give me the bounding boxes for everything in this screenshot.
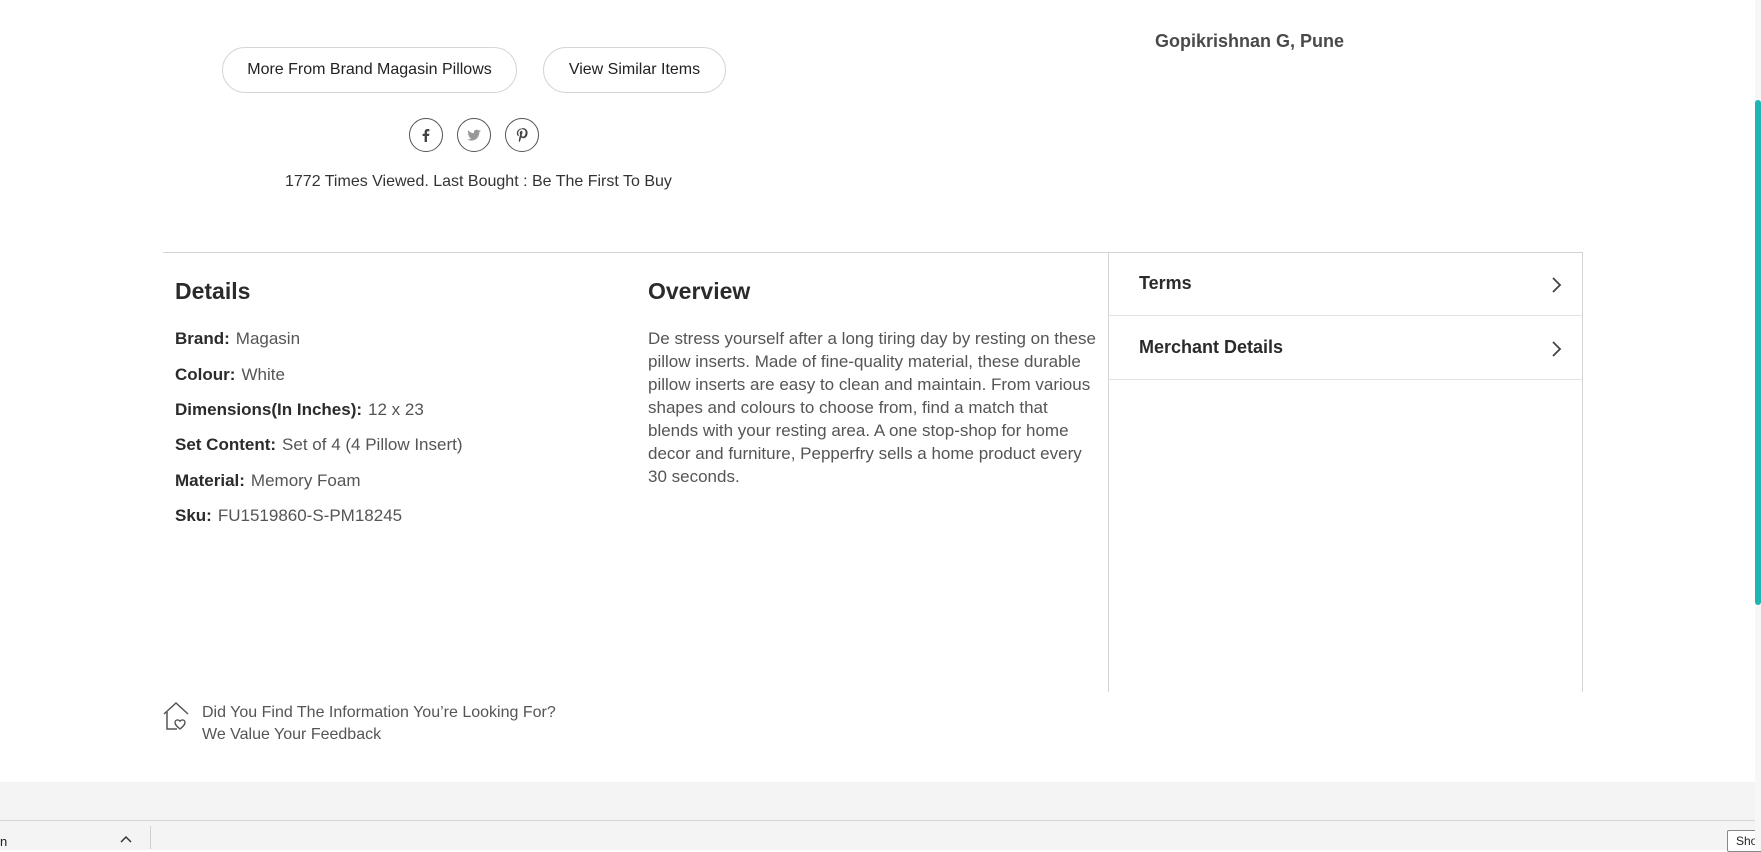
twitter-icon: [467, 129, 481, 141]
spec-value: White: [241, 365, 285, 384]
overview-title: Overview: [648, 278, 751, 304]
views-count-text: 1772 Times Viewed. Last Bought : Be The …: [285, 173, 672, 190]
spec-row-material: Material: Memory Foam: [175, 471, 361, 491]
spec-key: Colour:: [175, 365, 236, 384]
spec-key: Set Content:: [175, 435, 277, 454]
merchant-details-accordion[interactable]: Merchant Details: [1109, 317, 1582, 380]
chevron-right-icon: [1552, 341, 1562, 357]
spec-row-colour: Colour: White: [175, 365, 285, 385]
merchant-details-label: Merchant Details: [1139, 337, 1284, 357]
facebook-icon: [422, 129, 430, 142]
spec-value: 12 x 23: [368, 400, 424, 419]
divider: [1582, 253, 1583, 692]
divider: [150, 826, 151, 849]
feedback-subtext[interactable]: We Value Your Feedback: [202, 726, 381, 744]
spec-value: Set of 4 (4 Pillow Insert): [282, 435, 463, 454]
spec-value: FU1519860-S-PM18245: [217, 506, 403, 525]
view-similar-items-button[interactable]: View Similar Items: [543, 47, 726, 93]
chevron-up-icon[interactable]: [120, 834, 132, 844]
terms-accordion[interactable]: Terms: [1109, 253, 1582, 316]
details-title: Details: [175, 278, 251, 304]
download-bar: [0, 820, 1761, 850]
twitter-share-button[interactable]: [457, 118, 491, 152]
spec-row-sku: Sku: FU1519860-S-PM18245: [175, 506, 402, 526]
spec-row-dimensions: Dimensions(In Inches): 12 x 23: [175, 400, 424, 420]
pinterest-share-button[interactable]: [505, 118, 539, 152]
scrollbar-thumb[interactable]: [1755, 100, 1761, 605]
terms-label: Terms: [1139, 273, 1192, 293]
home-heart-icon: [163, 701, 189, 730]
overview-description: De stress yourself after a long tiring d…: [648, 329, 1096, 486]
pinterest-icon: [516, 128, 528, 143]
spec-row-brand: Brand: Magasin: [175, 329, 300, 349]
more-from-brand-button[interactable]: More From Brand Magasin Pillows: [222, 47, 517, 93]
testimonial-author: Gopikrishnan G, Pune: [1155, 31, 1345, 51]
spec-key: Dimensions(In Inches):: [175, 400, 363, 419]
chevron-right-icon: [1552, 277, 1562, 293]
spec-key: Material:: [175, 471, 245, 490]
spec-key: Sku:: [175, 506, 212, 525]
download-item-label[interactable]: n: [0, 834, 7, 849]
spec-value: Magasin: [235, 329, 301, 348]
spec-row-set-content: Set Content: Set of 4 (4 Pillow Insert): [175, 435, 463, 455]
feedback-question[interactable]: Did You Find The Information You’re Look…: [202, 704, 556, 722]
spec-key: Brand:: [175, 329, 230, 348]
spec-value: Memory Foam: [250, 471, 361, 490]
facebook-share-button[interactable]: [409, 118, 443, 152]
